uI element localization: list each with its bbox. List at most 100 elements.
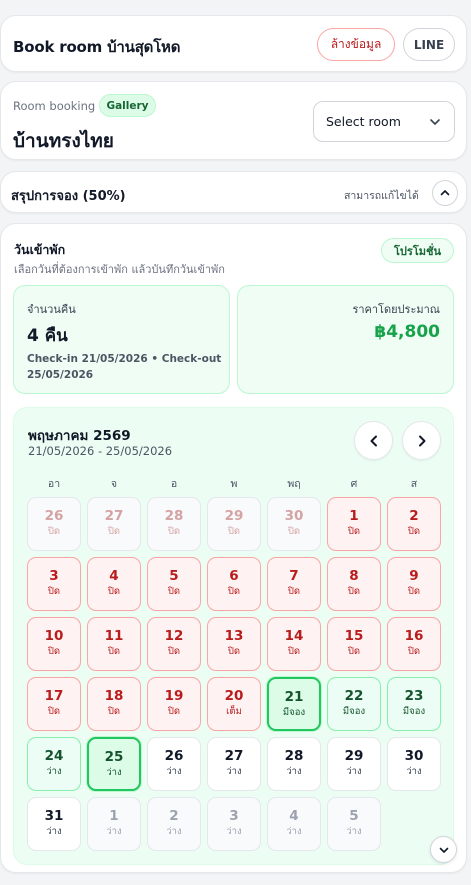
calendar-day[interactable]: 2 ว่าง — [147, 797, 201, 851]
day-number: 31 — [44, 808, 64, 824]
calendar-day[interactable]: 13 ปิด — [207, 617, 261, 671]
calendar-range: 21/05/2026 - 25/05/2026 — [28, 444, 173, 458]
day-status: ว่าง — [346, 826, 362, 837]
editable-note: สามารถแก้ไขได้ — [344, 190, 419, 202]
calendar-day[interactable]: 27 ว่าง — [207, 737, 261, 791]
calendar-day[interactable]: 26 ปิด — [27, 497, 81, 551]
calendar-day[interactable]: 17 ปิด — [27, 677, 81, 731]
calendar-day[interactable]: 14 ปิด — [267, 617, 321, 671]
day-number: 6 — [229, 568, 239, 584]
calendar-day[interactable]: 4 ว่าง — [267, 797, 321, 851]
calendar-day[interactable]: 1 ว่าง — [87, 797, 141, 851]
calendar-day[interactable]: 19 ปิด — [147, 677, 201, 731]
day-status: ปิด — [227, 586, 241, 597]
promotion-button[interactable]: โปรโมชั่น — [381, 238, 454, 263]
calendar-day[interactable]: 6 ปิด — [207, 557, 261, 611]
calendar-day[interactable]: 21 มีจอง — [267, 677, 321, 731]
calendar-day[interactable]: 31 ว่าง — [27, 797, 81, 851]
calendar-day[interactable]: 9 ปิด — [387, 557, 441, 611]
price-summary-box: ราคาโดยประมาณ ฿4,800 — [237, 285, 454, 394]
day-number: 25 — [104, 749, 124, 765]
day-status: ปิด — [227, 646, 241, 657]
chevron-down-icon — [430, 119, 440, 125]
calendar-day[interactable]: 25 ว่าง — [87, 737, 141, 791]
calendar-day[interactable]: 3 ปิด — [27, 557, 81, 611]
section-instruction: เลือกวันที่ต้องการเข้าพัก แล้วบันทึกวันเ… — [14, 263, 225, 276]
calendar-day[interactable]: 10 ปิด — [27, 617, 81, 671]
line-button[interactable]: LINE — [403, 28, 455, 61]
day-status: ว่าง — [286, 766, 302, 777]
calendar-day[interactable]: 5 ว่าง — [327, 797, 381, 851]
calendar-day[interactable]: 5 ปิด — [147, 557, 201, 611]
day-number: 18 — [104, 688, 124, 704]
day-status: ว่าง — [106, 826, 122, 837]
calendar-day[interactable]: 7 ปิด — [267, 557, 321, 611]
day-number: 15 — [344, 628, 364, 644]
calendar-day[interactable]: 15 ปิด — [327, 617, 381, 671]
calendar-day[interactable]: 29 ปิด — [207, 497, 261, 551]
calendar-day[interactable]: 27 ปิด — [87, 497, 141, 551]
calendar-day[interactable]: 1 ปิด — [327, 497, 381, 551]
day-number: 19 — [164, 688, 184, 704]
day-status: ปิด — [47, 646, 61, 657]
calendar-day[interactable]: 11 ปิด — [87, 617, 141, 671]
day-number: 3 — [229, 808, 239, 824]
calendar-day[interactable]: 4 ปิด — [87, 557, 141, 611]
calendar-day[interactable]: 22 มีจอง — [327, 677, 381, 731]
day-status: ว่าง — [406, 766, 422, 777]
calendar-day[interactable]: 16 ปิด — [387, 617, 441, 671]
prev-month-button[interactable] — [354, 421, 393, 460]
day-number: 12 — [164, 628, 184, 644]
day-status: ปิด — [287, 646, 301, 657]
room-select[interactable]: Select room — [313, 101, 455, 142]
calendar-day[interactable]: 8 ปิด — [327, 557, 381, 611]
calendar-day[interactable]: 28 ว่าง — [267, 737, 321, 791]
calendar-day[interactable]: 2 ปิด — [387, 497, 441, 551]
calendar-day[interactable]: 26 ว่าง — [147, 737, 201, 791]
day-status: ปิด — [107, 646, 121, 657]
calendar-day[interactable]: 12 ปิด — [147, 617, 201, 671]
day-number: 4 — [289, 808, 299, 824]
collapse-button[interactable] — [432, 180, 458, 206]
clear-data-button[interactable]: ล้างข้อมูล — [317, 28, 395, 61]
chevron-down-icon — [439, 847, 448, 853]
calendar-day[interactable]: 23 มีจอง — [387, 677, 441, 731]
day-number: 9 — [409, 568, 419, 584]
day-number: 22 — [344, 688, 364, 704]
day-number: 7 — [289, 568, 299, 584]
day-number: 28 — [164, 508, 184, 524]
calendar-day[interactable]: 24 ว่าง — [27, 737, 81, 791]
day-number: 11 — [104, 628, 124, 644]
day-number: 21 — [284, 689, 304, 705]
calendar-day[interactable]: 18 ปิด — [87, 677, 141, 731]
calendar-day[interactable]: 29 ว่าง — [327, 737, 381, 791]
room-card: Room booking Gallery บ้านทรงไทย Select r… — [0, 81, 467, 160]
weekday-label: พ — [230, 478, 238, 490]
calendar-day[interactable]: 3 ว่าง — [207, 797, 261, 851]
day-status: ว่าง — [286, 826, 302, 837]
day-number: 28 — [284, 748, 304, 764]
weekday-label: ศ — [350, 478, 358, 490]
day-status: ว่าง — [166, 826, 182, 837]
gallery-badge[interactable]: Gallery — [99, 94, 156, 117]
nights-summary-box: จำนวนคืน 4 คืน Check-in 21/05/2026 • Che… — [13, 285, 230, 394]
calendar-day[interactable]: 30 ว่าง — [387, 737, 441, 791]
calendar-day[interactable]: 20 เต็ม — [207, 677, 261, 731]
day-status: ว่าง — [226, 766, 242, 777]
section-heading: วันเข้าพัก — [14, 242, 66, 257]
summary-label: สรุปการจอง (50%) — [11, 189, 126, 204]
price-value: ฿4,800 — [374, 322, 440, 342]
day-status: ปิด — [407, 586, 421, 597]
next-month-button[interactable] — [402, 421, 441, 460]
day-status: ว่าง — [166, 766, 182, 777]
day-status: มีจอง — [402, 706, 426, 717]
scroll-down-button[interactable] — [430, 836, 457, 863]
calendar-day[interactable]: 28 ปิด — [147, 497, 201, 551]
day-number: 17 — [44, 688, 64, 704]
calendar: พฤษภาคม 2569 21/05/2026 - 25/05/2026 อา จ… — [13, 407, 454, 865]
calendar-day[interactable]: 30 ปิด — [267, 497, 321, 551]
summary-card: สรุปการจอง (50%) สามารถแก้ไขได้ — [0, 171, 467, 213]
day-number: 2 — [409, 508, 419, 524]
nights-label: จำนวนคืน — [27, 303, 76, 316]
day-status: ปิด — [347, 586, 361, 597]
